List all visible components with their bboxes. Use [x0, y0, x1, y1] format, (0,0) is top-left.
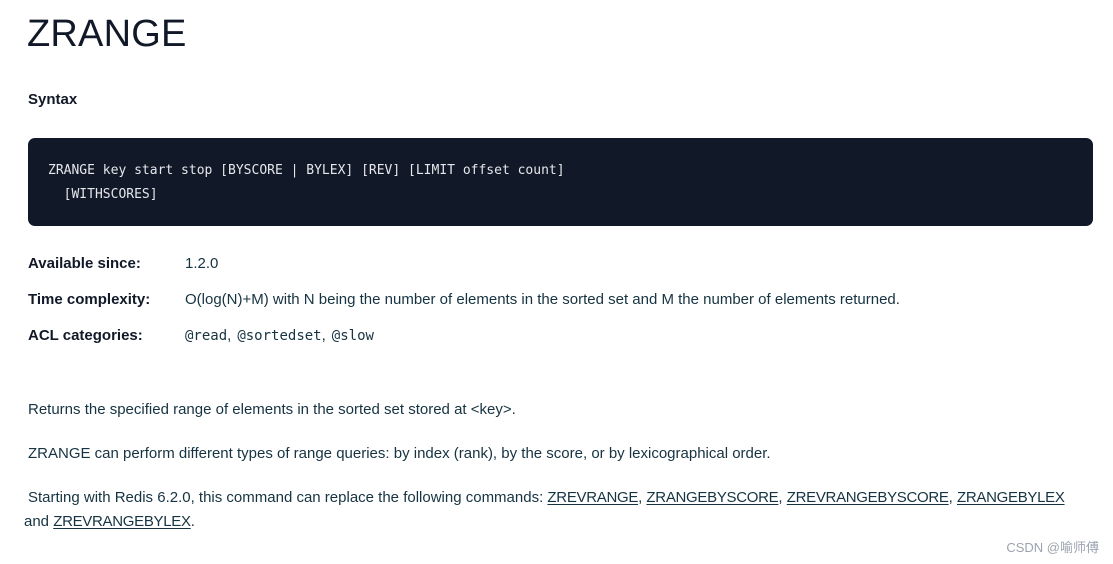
link-zrevrangebylex[interactable]: ZREVRANGEBYLEX — [53, 513, 191, 530]
link-zrevrange[interactable]: ZREVRANGE — [547, 489, 638, 506]
acl-separator: , — [321, 327, 326, 344]
time-complexity-row: Time complexity: O(log(N)+M) with N bein… — [28, 288, 1088, 324]
link-zrangebyscore[interactable]: ZRANGEBYSCORE — [646, 489, 778, 506]
acl-categories-value: @read, @sortedset, @slow — [185, 324, 374, 348]
link-zrevrangebyscore[interactable]: ZREVRANGEBYSCORE — [787, 489, 949, 506]
syntax-code-block: ZRANGE key start stop [BYSCORE | BYLEX] … — [28, 138, 1093, 226]
acl-categories-row: ACL categories: @read, @sortedset, @slow — [28, 324, 1088, 360]
link-zrangebylex[interactable]: ZRANGEBYLEX — [957, 489, 1065, 506]
available-since-label: Available since: — [28, 255, 141, 272]
syntax-code: ZRANGE key start stop [BYSCORE | BYLEX] … — [48, 159, 1073, 207]
paragraph-end-period: . — [190, 513, 195, 530]
syntax-code-line-1: ZRANGE key start stop [BYSCORE | BYLEX] … — [48, 163, 565, 178]
acl-category: @slow — [331, 328, 374, 344]
time-complexity-value: O(log(N)+M) with N being the number of e… — [185, 291, 900, 308]
acl-categories-label: ACL categories: — [28, 327, 143, 344]
page-title: ZRANGE — [27, 13, 187, 55]
acl-category: @read — [185, 328, 228, 344]
link-separator: , — [778, 489, 787, 506]
and-text: and — [24, 513, 54, 530]
syntax-heading: Syntax — [28, 91, 78, 108]
replacement-intro-text: Starting with Redis 6.2.0, this command … — [28, 489, 548, 506]
description-paragraph-3: Starting with Redis 6.2.0, this command … — [24, 486, 1093, 534]
available-since-row: Available since: 1.2.0 — [28, 252, 1088, 288]
csdn-watermark: CSDN @喻师傅 — [1006, 540, 1099, 555]
link-separator: , — [948, 489, 957, 506]
acl-separator: , — [227, 327, 232, 344]
syntax-code-line-2: [WITHSCORES] — [48, 187, 158, 202]
acl-category: @sortedset — [237, 328, 322, 344]
description-paragraph-2: ZRANGE can perform different types of ra… — [28, 445, 771, 462]
command-metadata: Available since: 1.2.0 Time complexity: … — [28, 252, 1088, 360]
description-paragraph-1: Returns the specified range of elements … — [28, 401, 516, 418]
available-since-value: 1.2.0 — [185, 255, 219, 272]
time-complexity-label: Time complexity: — [28, 291, 151, 308]
